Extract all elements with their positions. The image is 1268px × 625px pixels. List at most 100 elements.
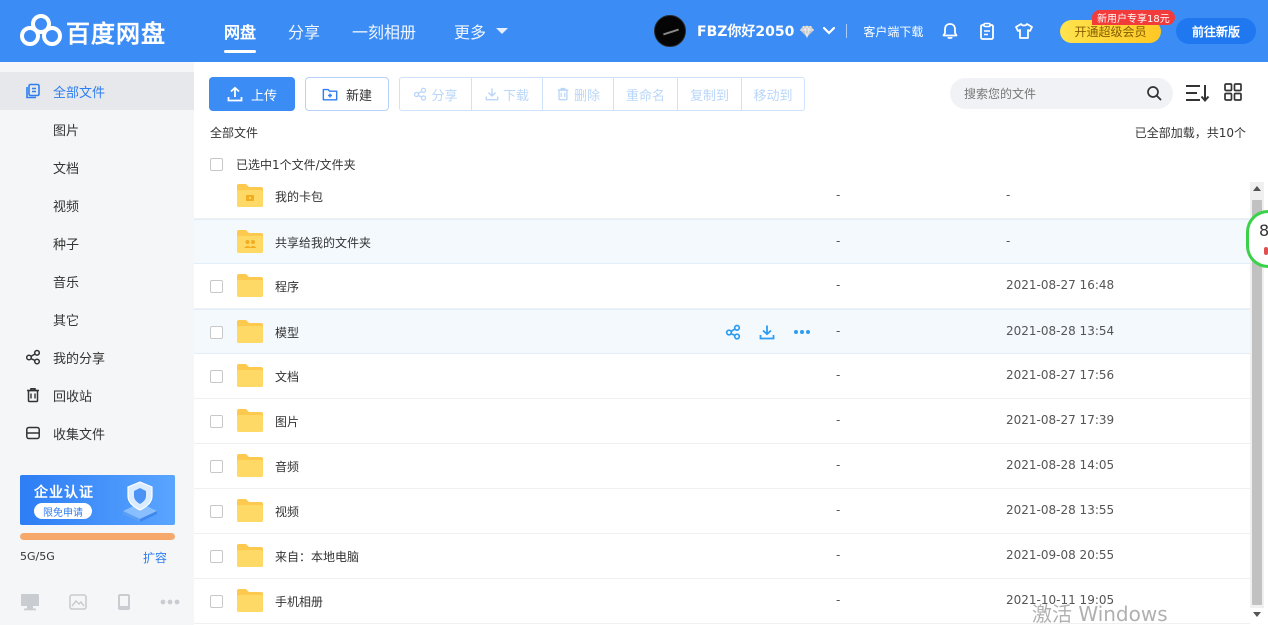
- sidebar-item-collect-files[interactable]: 收集文件: [0, 414, 194, 452]
- file-row[interactable]: 我的卡包 - -: [194, 174, 1250, 219]
- logo-text: 百度网盘: [66, 19, 166, 48]
- image-icon[interactable]: [69, 594, 88, 610]
- file-row[interactable]: 程序 - 2021-08-27 16:48: [194, 264, 1250, 309]
- row-checkbox[interactable]: [210, 326, 223, 339]
- file-name[interactable]: 手机相册: [275, 593, 323, 610]
- sidebar-item-my-shares[interactable]: 我的分享: [0, 338, 194, 376]
- file-row[interactable]: 图片 - 2021-08-27 17:39: [194, 399, 1250, 444]
- nav-share[interactable]: 分享: [272, 0, 336, 62]
- scroll-down-arrow-icon[interactable]: [1253, 612, 1261, 617]
- move-to-action-button[interactable]: 移动到: [742, 78, 804, 110]
- nav-label: 网盘: [224, 23, 257, 42]
- expand-storage-link[interactable]: 扩容: [143, 549, 167, 566]
- file-name[interactable]: 共享给我的文件夹: [275, 234, 371, 251]
- file-name[interactable]: 图片: [275, 413, 299, 430]
- sidebar-item-videos[interactable]: 视频: [0, 186, 194, 224]
- new-version-button[interactable]: 前往新版: [1176, 18, 1256, 44]
- download-icon[interactable]: [759, 324, 775, 340]
- share-icon[interactable]: [725, 324, 741, 340]
- file-name[interactable]: 模型: [275, 324, 299, 341]
- file-row[interactable]: 手机相册 - 2021-10-11 19:05: [194, 579, 1250, 624]
- more-icon[interactable]: [160, 599, 180, 605]
- new-folder-icon: [322, 86, 338, 102]
- file-name[interactable]: 我的卡包: [275, 188, 323, 205]
- sidebar-item-all-files[interactable]: 全部文件: [0, 72, 194, 110]
- nav-more[interactable]: 更多: [438, 0, 524, 62]
- new-folder-button[interactable]: 新建: [305, 77, 389, 111]
- avatar[interactable]: [654, 15, 686, 47]
- download-action-button[interactable]: 下载: [472, 78, 543, 110]
- upload-icon: [227, 86, 243, 102]
- breadcrumb[interactable]: 全部文件: [210, 124, 258, 141]
- row-hover-actions: [725, 323, 811, 341]
- sidebar-item-label: 其它: [53, 313, 80, 329]
- search-input[interactable]: [964, 86, 1134, 101]
- sidebar-item-documents[interactable]: 文档: [0, 148, 194, 186]
- download-icon: [485, 88, 499, 101]
- file-row[interactable]: 来自：本地电脑 - 2021-09-08 20:55: [194, 534, 1250, 579]
- file-row[interactable]: 模型 - 2021-08-28 13:54: [194, 309, 1250, 354]
- grid-view-icon[interactable]: [1224, 83, 1242, 101]
- more-icon[interactable]: [793, 329, 811, 335]
- row-checkbox[interactable]: [210, 505, 223, 518]
- row-checkbox[interactable]: [210, 595, 223, 608]
- scroll-up-arrow-icon[interactable]: [1253, 186, 1261, 191]
- action-label: 删除: [573, 88, 600, 104]
- copy-to-action-button[interactable]: 复制到: [678, 78, 742, 110]
- upload-button[interactable]: 上传: [209, 77, 295, 111]
- chevron-down-icon[interactable]: [822, 24, 836, 38]
- logo[interactable]: 百度网盘: [20, 12, 166, 50]
- sidebar-item-other[interactable]: 其它: [0, 300, 194, 338]
- file-row[interactable]: 视频 - 2021-08-28 13:55: [194, 489, 1250, 534]
- file-name[interactable]: 音频: [275, 458, 299, 475]
- row-checkbox[interactable]: [210, 460, 223, 473]
- file-name[interactable]: 视频: [275, 503, 299, 520]
- row-checkbox[interactable]: [210, 550, 223, 563]
- sidebar-item-images[interactable]: 图片: [0, 110, 194, 148]
- phone-icon[interactable]: [117, 593, 131, 611]
- desktop-icon[interactable]: [20, 593, 40, 611]
- bell-icon[interactable]: [940, 21, 960, 41]
- file-name[interactable]: 来自：本地电脑: [275, 548, 359, 565]
- sidebar-item-recycle-bin[interactable]: 回收站: [0, 376, 194, 414]
- sidebar-item-music[interactable]: 音乐: [0, 262, 194, 300]
- file-name[interactable]: 程序: [275, 278, 299, 295]
- banner-apply-button[interactable]: 限免申请: [34, 503, 92, 519]
- file-action-group: 分享 下载 删除 重命名 复制到 移动到: [399, 77, 805, 111]
- sidebar-item-label: 文档: [53, 161, 80, 177]
- nav-album[interactable]: 一刻相册: [336, 0, 432, 62]
- enterprise-banner[interactable]: 企业认证 限免申请: [20, 475, 175, 525]
- file-size: -: [836, 548, 841, 562]
- nav-netdisk[interactable]: 网盘: [208, 0, 272, 62]
- sidebar-item-torrents[interactable]: 种子: [0, 224, 194, 262]
- file-size: -: [836, 234, 841, 248]
- file-size: -: [836, 458, 841, 472]
- row-checkbox[interactable]: [210, 370, 223, 383]
- file-row[interactable]: 文档 - 2021-08-27 17:56: [194, 354, 1250, 399]
- row-checkbox[interactable]: [210, 280, 223, 293]
- share-icon: [25, 349, 41, 365]
- nav-label: 分享: [288, 23, 321, 42]
- delete-action-button[interactable]: 删除: [543, 78, 614, 110]
- thermometer-icon: [1264, 247, 1268, 255]
- search-icon[interactable]: [1146, 85, 1162, 101]
- file-name[interactable]: 文档: [275, 368, 299, 385]
- rename-action-button[interactable]: 重命名: [614, 78, 678, 110]
- load-status: 已全部加载，共10个: [1134, 126, 1246, 140]
- tshirt-icon[interactable]: [1014, 21, 1034, 41]
- upload-label: 上传: [250, 88, 277, 104]
- select-all-checkbox[interactable]: [210, 157, 223, 171]
- file-date: 2021-10-11 19:05: [1006, 593, 1115, 607]
- nav-label: 更多: [454, 23, 487, 42]
- client-download-link[interactable]: 客户端下载: [863, 23, 923, 40]
- sort-icon[interactable]: [1185, 82, 1211, 104]
- row-checkbox[interactable]: [210, 415, 223, 428]
- username[interactable]: FBZ你好2050: [697, 21, 794, 41]
- file-size: -: [836, 278, 841, 292]
- clipboard-icon[interactable]: [977, 21, 997, 41]
- card-folder-icon: [237, 184, 263, 207]
- file-row[interactable]: 音频 - 2021-08-28 14:05: [194, 444, 1250, 489]
- share-action-button[interactable]: 分享: [400, 78, 472, 110]
- file-row[interactable]: 共享给我的文件夹 - -: [194, 219, 1250, 264]
- file-date: 2021-08-28 13:54: [1006, 324, 1115, 338]
